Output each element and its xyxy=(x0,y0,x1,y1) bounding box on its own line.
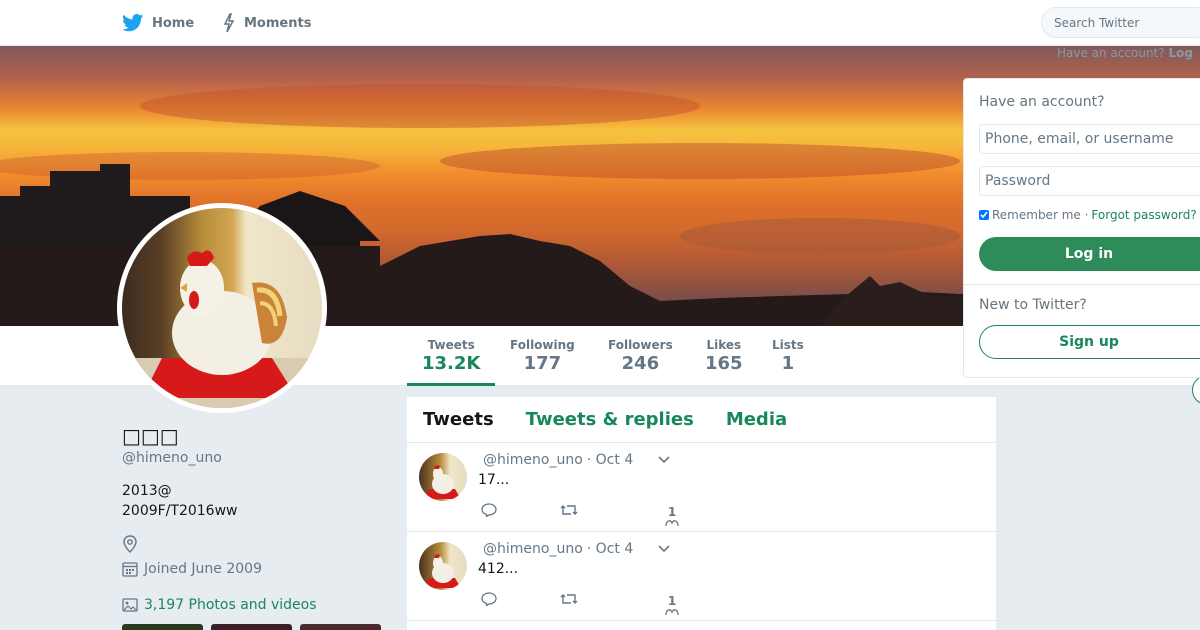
stat-tweets-label: Tweets xyxy=(427,338,475,352)
photo-icon xyxy=(122,598,138,612)
retweet-icon xyxy=(560,594,578,604)
stat-following[interactable]: Following 177 xyxy=(510,338,575,374)
tweet-text: 17... xyxy=(478,472,510,488)
like-button[interactable]: 1 xyxy=(665,505,679,527)
signup-button[interactable]: Sign up xyxy=(979,325,1200,359)
tweet-item[interactable]: @himeno_uno · Oct 4 17... 1 xyxy=(407,443,996,532)
calendar-icon xyxy=(122,562,138,577)
stat-followers[interactable]: Followers 246 xyxy=(608,338,673,374)
stat-tweets[interactable]: Tweets 13.2K xyxy=(422,338,480,374)
nav-moments-label: Moments xyxy=(244,15,312,31)
tweet-date[interactable]: · Oct 4 xyxy=(587,452,633,468)
location-pin-icon xyxy=(123,535,137,553)
retweet-button[interactable] xyxy=(559,503,579,517)
photo-thumbnails xyxy=(122,624,381,630)
remember-row: Remember me · Forgot password? xyxy=(979,208,1197,222)
have-account-text: Have an account? xyxy=(1057,46,1165,60)
timeline-tabs: Tweets Tweets & replies Media xyxy=(407,397,996,443)
photos-videos-label: 3,197 Photos and videos xyxy=(144,597,317,613)
tweet-handle[interactable]: @himeno_uno xyxy=(483,452,583,468)
top-navigation-bar: Home Moments xyxy=(0,0,1200,46)
nav-home-label: Home xyxy=(152,15,195,31)
stat-lists-label: Lists xyxy=(772,338,804,352)
retweet-icon xyxy=(560,505,578,515)
reply-button[interactable] xyxy=(481,503,497,517)
stat-lists[interactable]: Lists 1 xyxy=(772,338,804,374)
stat-lists-value: 1 xyxy=(781,353,795,374)
profile-name: □□□ xyxy=(122,424,179,448)
profile-avatar[interactable] xyxy=(117,203,327,413)
tweet-avatar[interactable] xyxy=(419,453,467,501)
avatar-image xyxy=(122,208,322,408)
retweet-button[interactable] xyxy=(559,592,579,606)
reply-button[interactable] xyxy=(481,592,497,606)
twitter-bird-icon xyxy=(122,14,144,32)
username-field[interactable] xyxy=(979,124,1200,154)
profile-handle[interactable]: @himeno_uno xyxy=(122,450,222,466)
profile-joined-text: Joined June 2009 xyxy=(144,561,262,577)
remember-me-label: Remember me · xyxy=(992,208,1089,222)
profile-location xyxy=(122,535,144,553)
tweet-header: @himeno_uno · Oct 4 xyxy=(483,452,633,468)
profile-bio: 2013@ 2009F/T2016ww xyxy=(122,483,238,519)
chevron-down-icon[interactable] xyxy=(657,452,671,466)
stat-likes[interactable]: Likes 165 xyxy=(705,338,743,374)
like-button[interactable]: 1 xyxy=(665,594,679,616)
tab-tweets[interactable]: Tweets xyxy=(423,409,494,430)
stat-followers-value: 246 xyxy=(621,353,660,374)
stat-following-value: 177 xyxy=(523,353,562,374)
search-input[interactable] xyxy=(1054,15,1200,30)
photos-videos-link[interactable]: 3,197 Photos and videos xyxy=(122,597,317,613)
tweet-text: 412... xyxy=(478,561,519,577)
password-field[interactable] xyxy=(979,166,1200,196)
tweet-item[interactable]: @himeno_uno · Oct 4 412... 1 xyxy=(407,532,996,621)
heart-icon xyxy=(665,520,679,527)
nav-home-link[interactable]: Home xyxy=(122,0,194,46)
chevron-down-icon[interactable] xyxy=(657,541,671,555)
nav-moments-link[interactable]: Moments xyxy=(222,0,311,46)
stat-likes-value: 165 xyxy=(705,353,743,374)
search-box xyxy=(1041,7,1200,38)
tab-tweets-replies[interactable]: Tweets & replies xyxy=(526,409,694,430)
photo-thumbnail[interactable] xyxy=(211,624,292,630)
login-heading: Have an account? xyxy=(979,94,1105,110)
reply-icon xyxy=(481,503,497,517)
active-stat-underline xyxy=(407,383,495,386)
stat-likes-label: Likes xyxy=(706,338,742,352)
forgot-password-link[interactable]: Forgot password? xyxy=(1091,208,1196,222)
remember-me-checkbox[interactable] xyxy=(979,210,989,220)
tweet-date[interactable]: · Oct 4 xyxy=(587,541,633,557)
stat-following-label: Following xyxy=(510,338,575,352)
tab-media[interactable]: Media xyxy=(726,409,787,430)
stat-tweets-value: 13.2K xyxy=(422,353,481,374)
tweet-timeline: Tweets Tweets & replies Media @himeno_un… xyxy=(407,397,996,630)
stat-followers-label: Followers xyxy=(608,338,673,352)
heart-icon xyxy=(665,609,679,616)
tweet-avatar[interactable] xyxy=(419,542,467,590)
tweet-header: @himeno_uno · Oct 4 xyxy=(483,541,633,557)
top-login-link[interactable]: Log xyxy=(1168,46,1192,60)
photo-thumbnail[interactable] xyxy=(122,624,203,630)
login-button[interactable]: Log in xyxy=(979,237,1200,271)
like-count: 1 xyxy=(667,505,677,519)
new-to-twitter-label: New to Twitter? xyxy=(979,297,1087,313)
tweet-handle[interactable]: @himeno_uno xyxy=(483,541,583,557)
like-count: 1 xyxy=(667,594,677,608)
profile-joined: Joined June 2009 xyxy=(122,561,262,577)
login-divider xyxy=(964,284,1200,285)
lightning-bolt-icon xyxy=(223,13,235,33)
reply-icon xyxy=(481,592,497,606)
login-dialog: Have an account? Remember me · Forgot pa… xyxy=(963,78,1200,378)
have-account-prompt: Have an account? Log xyxy=(1057,46,1193,60)
photo-thumbnail[interactable] xyxy=(300,624,381,630)
